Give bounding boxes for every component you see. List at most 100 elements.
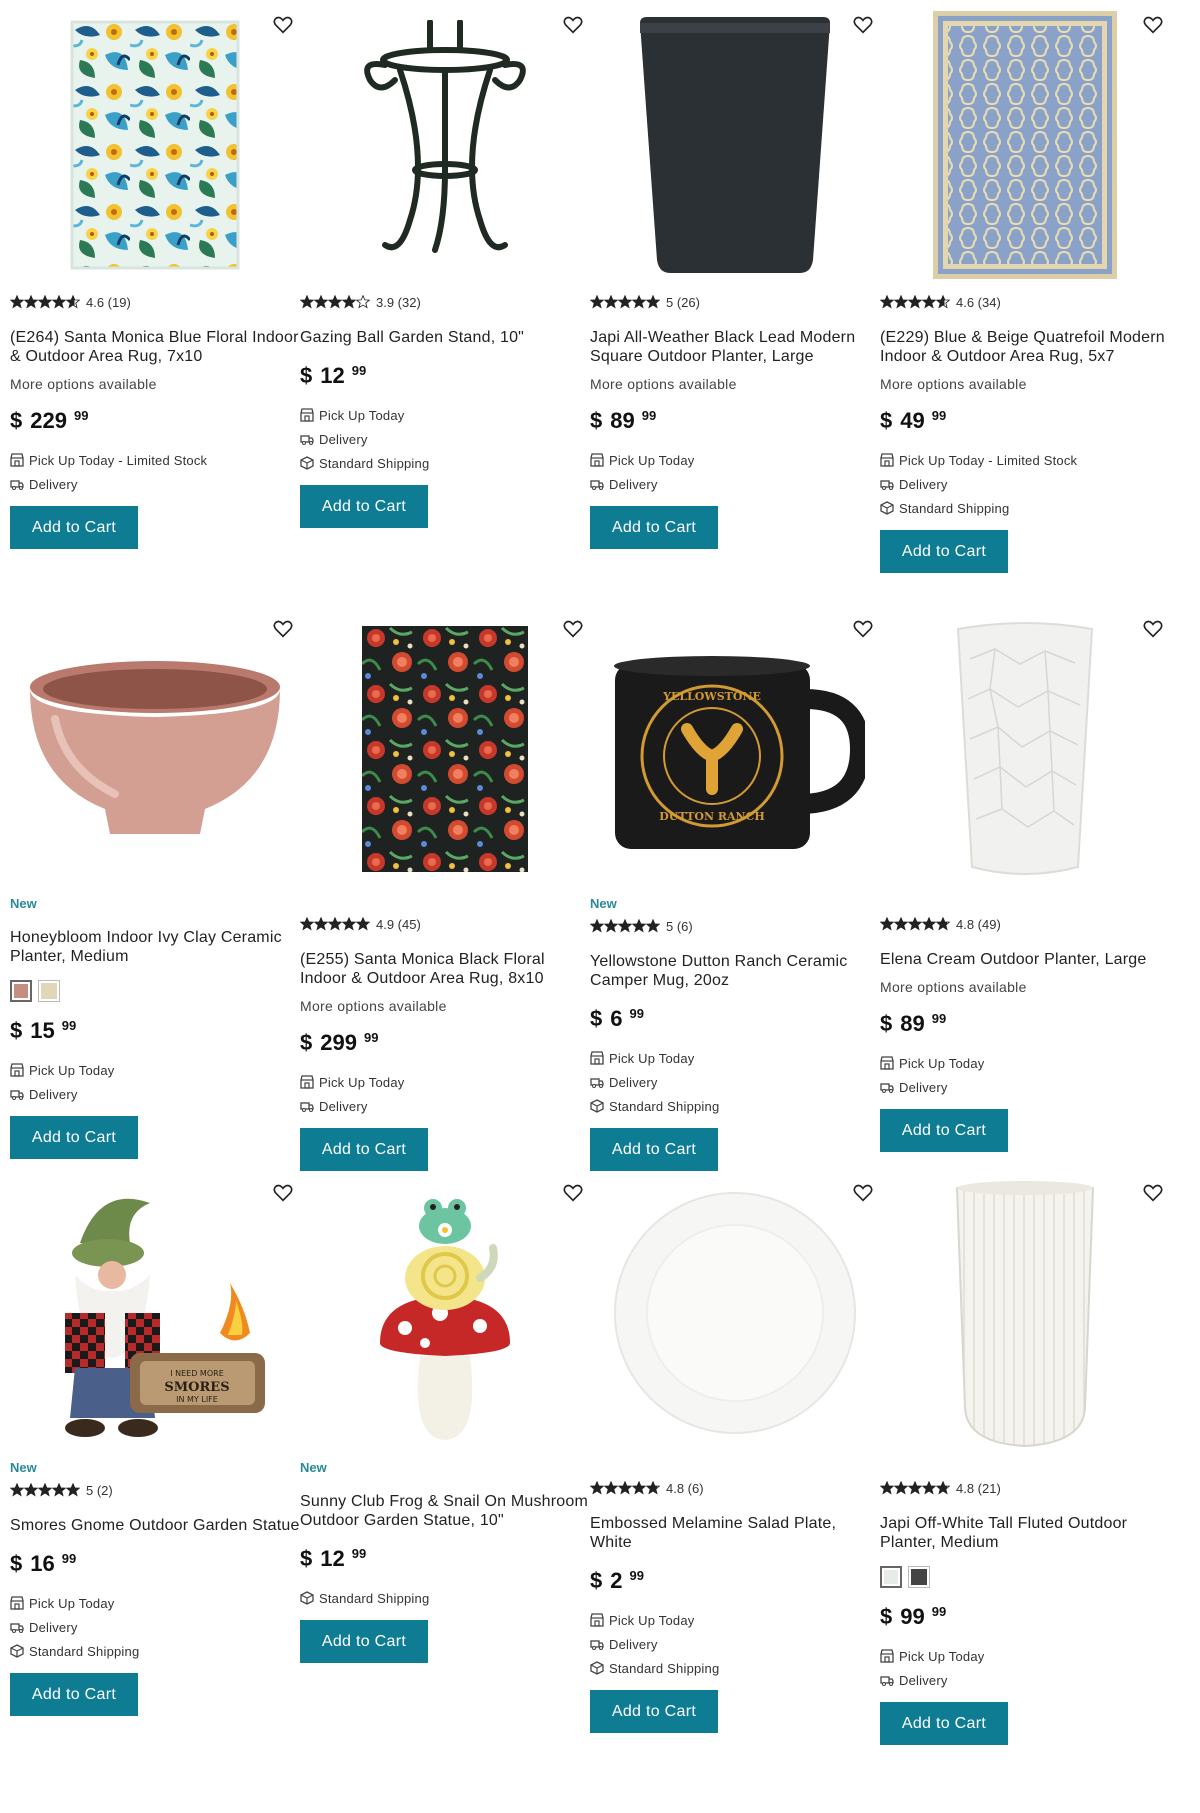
wishlist-heart-icon[interactable] — [852, 618, 874, 640]
product-image[interactable] — [590, 1168, 880, 1458]
add-to-cart-button[interactable]: Add to Cart — [300, 1620, 428, 1663]
product-title[interactable]: Yellowstone Dutton Ranch Ceramic Camper … — [590, 952, 880, 990]
color-swatch[interactable] — [880, 1566, 902, 1588]
product-image[interactable] — [300, 0, 590, 290]
package-icon — [300, 1591, 314, 1605]
fulfillment-options: Pick Up Today Delivery — [880, 1644, 1170, 1692]
more-options-text[interactable]: More options available — [10, 376, 300, 392]
wishlist-heart-icon[interactable] — [562, 618, 584, 640]
product-image[interactable] — [300, 604, 590, 894]
more-options-text[interactable]: More options available — [880, 376, 1170, 392]
product-title[interactable]: (E229) Blue & Beige Quatrefoil Modern In… — [880, 328, 1170, 366]
wishlist-heart-icon[interactable] — [852, 1182, 874, 1204]
wishlist-heart-icon[interactable] — [562, 14, 584, 36]
add-to-cart-button[interactable]: Add to Cart — [300, 1128, 428, 1171]
rating-text: 4.8 (21) — [956, 1480, 1001, 1496]
product-image[interactable] — [10, 0, 300, 290]
rating-text: 4.8 (49) — [956, 916, 1001, 932]
wishlist-heart-icon[interactable] — [1142, 14, 1164, 36]
star-rating — [10, 1483, 80, 1497]
price-cents: 99 — [629, 1006, 644, 1021]
rating: 4.6 (34) — [880, 292, 1170, 312]
product-image[interactable]: I NEED MORE SMORES IN MY LIFE — [10, 1168, 300, 1458]
product-title[interactable]: Embossed Melamine Salad Plate, White — [590, 1514, 880, 1552]
wishlist-heart-icon[interactable] — [272, 1182, 294, 1204]
more-options-text[interactable]: More options available — [590, 376, 880, 392]
wishlist-heart-icon[interactable] — [272, 618, 294, 640]
product-image[interactable] — [880, 0, 1170, 290]
product-title[interactable]: Sunny Club Frog & Snail On Mushroom Outd… — [300, 1492, 590, 1530]
add-to-cart-button[interactable]: Add to Cart — [300, 485, 428, 528]
product-image[interactable] — [880, 604, 1170, 894]
clay-planter-image[interactable] — [25, 659, 285, 839]
more-options-text[interactable]: More options available — [880, 979, 1170, 995]
fluted-planter-image[interactable] — [955, 1178, 1095, 1448]
yellowstone-mug-image[interactable]: YELLOWSTONE DUTTON RANCH — [605, 644, 865, 854]
frog-snail-statue-image[interactable] — [375, 1178, 515, 1448]
star-icon — [604, 1481, 618, 1495]
product-title[interactable]: (E264) Santa Monica Blue Floral Indoor &… — [10, 328, 300, 366]
blue-floral-rug-image[interactable] — [70, 20, 240, 270]
currency-symbol: $ — [880, 1011, 893, 1036]
star-icon — [908, 917, 922, 931]
wishlist-heart-icon[interactable] — [852, 14, 874, 36]
add-to-cart-button[interactable]: Add to Cart — [590, 506, 718, 549]
product-image[interactable] — [300, 1168, 590, 1458]
star-icon — [314, 917, 328, 931]
add-to-cart-button[interactable]: Add to Cart — [10, 1116, 138, 1159]
wishlist-heart-icon[interactable] — [272, 14, 294, 36]
add-to-cart-button[interactable]: Add to Cart — [880, 1702, 1008, 1745]
price-dollars: 49 — [900, 408, 925, 433]
price-dollars: 12 — [320, 363, 345, 388]
wishlist-heart-icon[interactable] — [1142, 1182, 1164, 1204]
star-icon — [894, 917, 908, 931]
garden-stand-image[interactable] — [340, 20, 550, 270]
product-title[interactable]: Honeybloom Indoor Ivy Clay Ceramic Plant… — [10, 928, 300, 966]
more-options-text[interactable]: More options available — [300, 998, 590, 1014]
color-swatch[interactable] — [38, 980, 60, 1002]
product-title[interactable]: Smores Gnome Outdoor Garden Statue — [10, 1516, 300, 1535]
add-to-cart-button[interactable]: Add to Cart — [880, 1109, 1008, 1152]
currency-symbol: $ — [590, 1006, 603, 1031]
add-to-cart-button[interactable]: Add to Cart — [10, 1673, 138, 1716]
black-floral-rug-image[interactable] — [360, 624, 530, 874]
wishlist-heart-icon[interactable] — [562, 1182, 584, 1204]
price-cents: 99 — [351, 1546, 367, 1561]
color-swatch[interactable] — [908, 1566, 930, 1588]
product-image[interactable] — [880, 1168, 1170, 1458]
product-title[interactable]: Elena Cream Outdoor Planter, Large — [880, 950, 1170, 969]
wishlist-heart-icon[interactable] — [1142, 618, 1164, 640]
star-icon — [936, 295, 950, 309]
product-title[interactable]: (E255) Santa Monica Black Floral Indoor … — [300, 950, 590, 988]
add-to-cart-button[interactable]: Add to Cart — [10, 506, 138, 549]
black-planter-image[interactable] — [635, 15, 835, 275]
fulfillment-label: Pick Up Today — [29, 1595, 115, 1611]
quatrefoil-rug-image[interactable] — [932, 10, 1118, 280]
store-icon — [590, 1051, 604, 1065]
add-to-cart-button[interactable]: Add to Cart — [590, 1128, 718, 1171]
rating-text: 5 (26) — [666, 294, 700, 310]
product-card: 4.8 (21) Japi Off-White Tall Fluted Outdo… — [880, 1168, 1170, 1745]
color-swatch[interactable] — [10, 980, 32, 1002]
product-image[interactable] — [10, 604, 300, 894]
price-dollars: 16 — [30, 1551, 55, 1576]
product-title[interactable]: Japi Off-White Tall Fluted Outdoor Plant… — [880, 1514, 1170, 1552]
price-cents: 99 — [73, 408, 89, 423]
fulfillment-option: Standard Shipping — [10, 1639, 300, 1663]
add-to-cart-button[interactable]: Add to Cart — [880, 530, 1008, 573]
product-image[interactable] — [590, 0, 880, 290]
price-cents: 99 — [931, 408, 947, 423]
fulfillment-option: Delivery — [590, 472, 880, 496]
product-title[interactable]: Gazing Ball Garden Stand, 10" — [300, 328, 590, 347]
white-plate-image[interactable] — [610, 1188, 860, 1438]
product-image[interactable]: YELLOWSTONE DUTTON RANCH — [590, 604, 880, 894]
add-to-cart-button[interactable]: Add to Cart — [590, 1690, 718, 1733]
smores-gnome-image[interactable]: I NEED MORE SMORESIN MY LIFE — [40, 1183, 270, 1443]
product-title[interactable]: Japi All-Weather Black Lead Modern Squar… — [590, 328, 880, 366]
price-cents: 99 — [641, 408, 657, 423]
product-card: I NEED MORE SMORES IN MY LIFE New 5 (2) Smore… — [10, 1168, 300, 1716]
truck-icon — [300, 1102, 314, 1112]
white-planter-image[interactable] — [950, 619, 1100, 879]
fulfillment-option: Pick Up Today — [590, 1046, 880, 1070]
price: $12 99 — [300, 363, 590, 389]
